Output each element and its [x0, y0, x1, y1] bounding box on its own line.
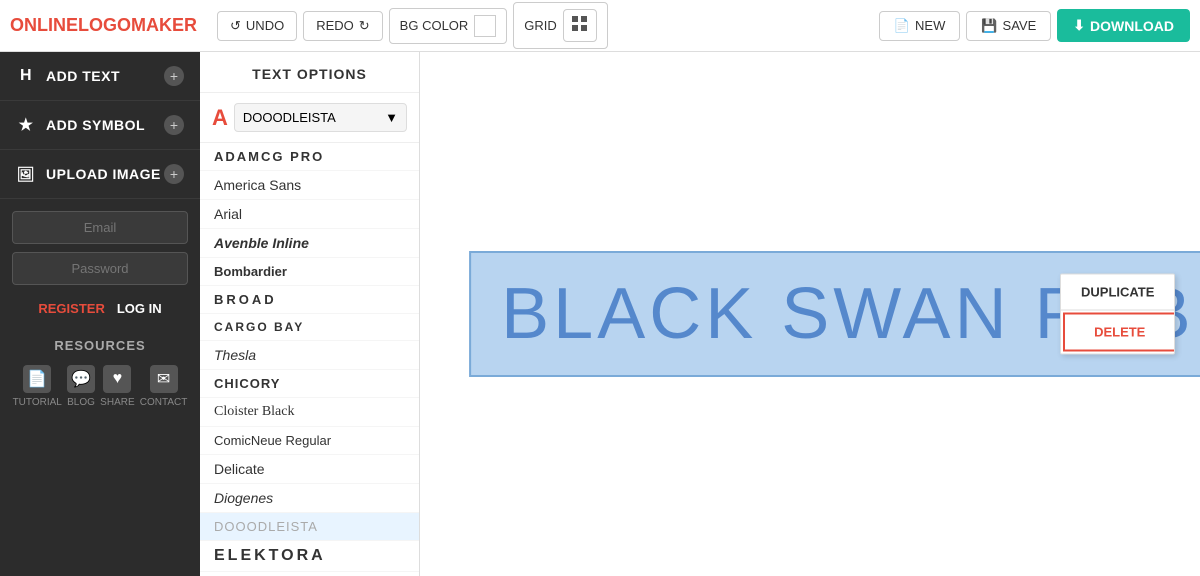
font-item[interactable]: America Sans — [200, 171, 419, 200]
resources-icons: 📄 TUTORIAL 💬 BLOG ♥ SHARE ✉ CONTACT — [0, 359, 200, 414]
font-item[interactable]: Arial — [200, 200, 419, 229]
new-button[interactable]: 📄 NEW — [879, 11, 961, 41]
new-icon: 📄 — [894, 18, 910, 34]
resources-heading: RESOURCES — [0, 324, 200, 359]
font-panel: TEXT OPTIONS A DOOODLEISTA ▼ ADAMCG PROA… — [200, 52, 420, 576]
font-item[interactable]: Thesla — [200, 341, 419, 370]
download-icon: ⬇ — [1073, 17, 1085, 34]
save-button[interactable]: 💾 SAVE — [966, 11, 1051, 41]
grid-svg — [572, 16, 588, 32]
new-label: NEW — [915, 18, 945, 33]
resource-blog[interactable]: 💬 BLOG — [67, 365, 95, 408]
login-link[interactable]: LOG IN — [117, 301, 162, 316]
font-item[interactable]: DOOODLEISTA — [200, 513, 419, 541]
font-item[interactable]: BROAD — [200, 286, 419, 314]
topbar-actions: ↺ UNDO REDO ↻ BG COLOR GRID — [217, 2, 608, 49]
register-link[interactable]: REGISTER — [38, 301, 104, 316]
add-text-label: ADD TEXT — [46, 68, 120, 84]
image-icon: 🖼 — [16, 164, 36, 184]
font-item[interactable]: Delicate — [200, 455, 419, 484]
font-item[interactable]: Bombardier — [200, 258, 419, 286]
sidebar-item-upload-image[interactable]: 🖼 UPLOAD IMAGE + — [0, 150, 200, 199]
sidebar-item-add-symbol[interactable]: ★ ADD SYMBOL + — [0, 101, 200, 150]
grid-control[interactable]: GRID — [513, 2, 608, 49]
topbar: ONLINELOGOMAKER ↺ UNDO REDO ↻ BG COLOR G… — [0, 0, 1200, 52]
delete-button[interactable]: DELETE — [1063, 313, 1175, 352]
resource-contact[interactable]: ✉ CONTACT — [140, 365, 188, 408]
upload-image-plus-icon[interactable]: + — [164, 164, 184, 184]
bg-color-swatch[interactable] — [474, 15, 496, 37]
font-panel-title: TEXT OPTIONS — [200, 52, 419, 93]
resource-tutorial[interactable]: 📄 TUTORIAL — [13, 365, 62, 408]
dropdown-arrow-icon: ▼ — [385, 110, 398, 125]
download-label: DOWNLOAD — [1090, 18, 1174, 34]
main-area: H ADD TEXT + ★ ADD SYMBOL + 🖼 UPLOAD IMA… — [0, 52, 1200, 576]
font-item[interactable]: ComicNeue Regular — [200, 427, 419, 455]
auth-links: REGISTER LOG IN — [0, 297, 200, 324]
contact-label: CONTACT — [140, 397, 188, 408]
left-sidebar: H ADD TEXT + ★ ADD SYMBOL + 🖼 UPLOAD IMA… — [0, 52, 200, 576]
topbar-right: 📄 NEW 💾 SAVE ⬇ DOWNLOAD — [879, 9, 1190, 42]
add-symbol-label: ADD SYMBOL — [46, 117, 145, 133]
save-icon: 💾 — [981, 18, 997, 34]
undo-icon: ↺ — [230, 18, 241, 34]
tutorial-label: TUTORIAL — [13, 397, 62, 408]
auth-inputs — [0, 199, 200, 297]
blog-label: BLOG — [67, 397, 95, 408]
canvas-area[interactable]: BLACK SWAN PUB DUPLICATE DELETE — [420, 52, 1200, 576]
font-item[interactable]: Avenble Inline — [200, 229, 419, 258]
text-icon: H — [16, 66, 36, 86]
font-dropdown-label: DOOODLEISTA — [243, 110, 336, 125]
font-item[interactable]: Diogenes — [200, 484, 419, 513]
font-selector: A DOOODLEISTA ▼ — [200, 93, 419, 143]
font-item[interactable]: ADAMCG PRO — [200, 143, 419, 171]
add-text-plus-icon[interactable]: + — [164, 66, 184, 86]
font-item[interactable]: CARGO BAY — [200, 314, 419, 341]
bg-color-control[interactable]: BG COLOR — [389, 8, 508, 44]
font-item[interactable]: Eskargot — [200, 572, 419, 576]
logo-logo: LOGO — [78, 15, 131, 35]
bg-color-label: BG COLOR — [400, 18, 469, 33]
resource-share[interactable]: ♥ SHARE — [100, 365, 134, 408]
font-item[interactable]: Cloister Black — [200, 398, 419, 427]
logo-online: ONLINE — [10, 15, 78, 35]
canvas-background: BLACK SWAN PUB DUPLICATE DELETE — [420, 52, 1200, 576]
font-a-label: A — [212, 105, 228, 131]
font-item[interactable]: CHICORY — [200, 370, 419, 398]
contact-icon: ✉ — [150, 365, 178, 393]
share-icon: ♥ — [103, 365, 131, 393]
redo-label: REDO — [316, 18, 354, 33]
context-menu: DUPLICATE DELETE — [1060, 274, 1175, 355]
redo-icon: ↻ — [359, 18, 370, 34]
font-list[interactable]: ADAMCG PROAmerica SansArialAvenble Inlin… — [200, 143, 419, 576]
email-field[interactable] — [12, 211, 188, 244]
logo: ONLINELOGOMAKER — [10, 15, 197, 36]
star-icon: ★ — [16, 115, 36, 135]
password-field[interactable] — [12, 252, 188, 285]
grid-label: GRID — [524, 18, 557, 33]
undo-button[interactable]: ↺ UNDO — [217, 11, 297, 41]
logo-maker: MAKER — [131, 15, 197, 35]
redo-button[interactable]: REDO ↻ — [303, 11, 382, 41]
blog-icon: 💬 — [67, 365, 95, 393]
add-symbol-plus-icon[interactable]: + — [164, 115, 184, 135]
font-item[interactable]: ELEKTORA — [200, 541, 419, 572]
sidebar-item-add-text[interactable]: H ADD TEXT + — [0, 52, 200, 101]
upload-image-label: UPLOAD IMAGE — [46, 166, 161, 182]
grid-icon[interactable] — [563, 9, 597, 42]
save-label: SAVE — [1003, 18, 1037, 33]
share-label: SHARE — [100, 397, 134, 408]
font-dropdown[interactable]: DOOODLEISTA ▼ — [234, 103, 407, 132]
tutorial-icon: 📄 — [23, 365, 51, 393]
download-button[interactable]: ⬇ DOWNLOAD — [1057, 9, 1190, 42]
undo-label: UNDO — [246, 18, 284, 33]
duplicate-button[interactable]: DUPLICATE — [1061, 275, 1174, 311]
